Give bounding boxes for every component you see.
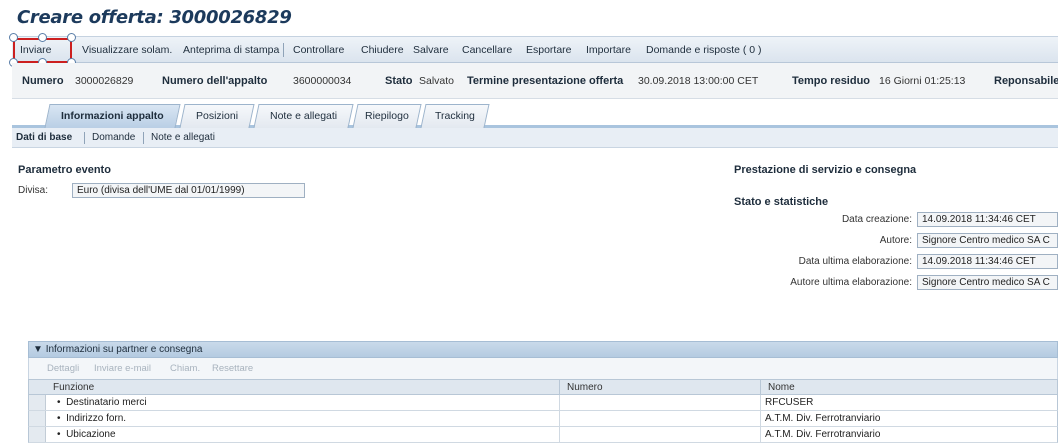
row-nome: A.T.M. Div. Ferrotranviario <box>765 429 881 440</box>
details-button[interactable]: Dettagli <box>47 363 79 374</box>
column-divider <box>559 380 560 395</box>
row-selector[interactable] <box>29 395 46 410</box>
row-funzione: • Ubicazione <box>57 429 116 440</box>
data-creazione-field[interactable]: 14.09.2018 11:34:46 CET <box>917 212 1058 227</box>
data-ultima-label: Data ultima elaborazione: <box>798 256 912 267</box>
table-row[interactable]: • Ubicazione A.T.M. Div. Ferrotranviario <box>28 427 1058 443</box>
tab-label: Note e allegati <box>269 110 338 122</box>
tabstrip: Informazioni appalto Posizioni Note e al… <box>12 99 1058 128</box>
column-divider <box>559 411 560 426</box>
tab-tracking[interactable]: Tracking <box>420 104 490 128</box>
close-button[interactable]: Chiudere <box>361 44 404 56</box>
display-only-button[interactable]: Visualizzare solam. <box>82 44 172 56</box>
tab-posizioni[interactable]: Posizioni <box>179 104 255 128</box>
prestazione-title: Prestazione di servizio e consegna <box>734 164 917 176</box>
partner-toolbar: Dettagli Inviare e-mail Chiam. Resettare <box>28 358 1058 379</box>
autore-ultima-field[interactable]: Signore Centro medico SA C <box>917 275 1058 290</box>
numero-label: Numero <box>22 75 64 87</box>
page-title: Creare offerta: 3000026829 <box>17 7 292 28</box>
divisa-field[interactable]: Euro (divisa dell'UME dal 01/01/1999) <box>72 183 305 198</box>
tab-informazioni-appalto[interactable]: Informazioni appalto <box>44 104 181 128</box>
main-content: Parametro evento Divisa: Euro (divisa de… <box>12 148 1058 443</box>
subtab-bar: Dati di base Domande Note e allegati <box>12 128 1058 148</box>
termine-value: 30.09.2018 13:00:00 CET <box>638 75 759 87</box>
subtab-separator <box>143 132 144 144</box>
tab-riepilogo[interactable]: Riepilogo <box>352 104 422 128</box>
check-button[interactable]: Controllare <box>293 44 344 56</box>
column-divider <box>559 427 560 442</box>
table-row[interactable]: • Indirizzo forn. A.T.M. Div. Ferrotranv… <box>28 411 1058 427</box>
resize-handle-icon[interactable] <box>9 33 18 42</box>
stato-value: Salvato <box>419 75 455 87</box>
data-ultima-field[interactable]: 14.09.2018 11:34:46 CET <box>917 254 1058 269</box>
print-preview-button[interactable]: Anteprima di stampa <box>183 44 279 56</box>
call-button[interactable]: Chiam. <box>170 363 200 374</box>
tab-label: Riepilogo <box>365 110 409 122</box>
responsabile-label: Reponsabile <box>994 75 1058 87</box>
reset-button[interactable]: Resettare <box>212 363 253 374</box>
data-creazione-label: Data creazione: <box>841 214 912 225</box>
numero-value: 3000026829 <box>75 75 134 87</box>
column-header-funzione[interactable]: Funzione <box>53 382 94 393</box>
export-button[interactable]: Esportare <box>526 44 572 56</box>
autore-ultima-label: Autore ultima elaborazione: <box>790 277 912 288</box>
divisa-label: Divisa: <box>18 185 49 196</box>
subtab-separator <box>84 132 85 144</box>
row-nome: A.T.M. Div. Ferrotranviario <box>765 413 881 424</box>
row-selector[interactable] <box>29 411 46 426</box>
partner-panel: ▼ Informazioni su partner e consegna Det… <box>28 341 1058 443</box>
delete-button[interactable]: Cancellare <box>462 44 512 56</box>
table-header: Funzione Numero Nome <box>28 379 1058 395</box>
column-divider <box>760 427 761 442</box>
row-funzione-text: Destinatario merci <box>66 397 147 408</box>
resize-handle-icon[interactable] <box>38 33 47 42</box>
save-button[interactable]: Salvare <box>413 44 449 56</box>
stato-statistiche-title: Stato e statistiche <box>734 196 829 208</box>
subtab-note-allegati[interactable]: Note e allegati <box>151 132 215 143</box>
tab-note-allegati[interactable]: Note e allegati <box>253 104 354 128</box>
row-selector[interactable] <box>29 427 46 442</box>
tempo-value: 16 Giorni 01:25:13 <box>879 75 966 87</box>
column-header-numero[interactable]: Numero <box>567 382 603 393</box>
document-header: Numero 3000026829 Numero dell'appalto 36… <box>12 63 1058 99</box>
appalto-label: Numero dell'appalto <box>162 75 268 87</box>
toolbar: Inviare Visualizzare solam. Anteprima di… <box>12 36 1058 63</box>
subtab-domande[interactable]: Domande <box>92 132 135 143</box>
subtab-dati-di-base[interactable]: Dati di base <box>16 132 72 143</box>
column-divider <box>559 395 560 410</box>
table-row[interactable]: • Destinatario merci RFCUSER <box>28 395 1058 411</box>
tab-label: Tracking <box>435 110 475 122</box>
termine-label: Termine presentazione offerta <box>467 75 624 87</box>
partner-panel-header[interactable]: ▼ Informazioni su partner e consegna <box>28 341 1058 358</box>
row-funzione: • Destinatario merci <box>57 397 147 408</box>
column-divider <box>760 395 761 410</box>
parametro-evento-title: Parametro evento <box>18 164 111 176</box>
partner-panel-title: ▼ Informazioni su partner e consegna <box>33 344 202 355</box>
column-divider <box>760 411 761 426</box>
appalto-value: 3600000034 <box>293 75 352 87</box>
tab-label: Posizioni <box>195 110 239 122</box>
row-funzione: • Indirizzo forn. <box>57 413 127 424</box>
row-nome: RFCUSER <box>765 397 814 408</box>
partner-panel-title-text: Informazioni su partner e consegna <box>45 344 203 355</box>
import-button[interactable]: Importare <box>586 44 631 56</box>
stato-label: Stato <box>385 75 413 87</box>
tempo-label: Tempo residuo <box>792 75 871 87</box>
column-divider <box>760 380 761 395</box>
autore-label: Autore: <box>879 235 912 246</box>
send-email-button[interactable]: Inviare e-mail <box>94 363 151 374</box>
resize-handle-icon[interactable] <box>67 33 76 42</box>
title-bar: Creare offerta: 3000026829 <box>0 0 1058 36</box>
triangle-down-icon: ▼ <box>33 344 46 355</box>
autore-field[interactable]: Signore Centro medico SA C <box>917 233 1058 248</box>
tab-label: Informazioni appalto <box>61 110 164 122</box>
row-funzione-text: Ubicazione <box>66 429 116 440</box>
column-header-nome[interactable]: Nome <box>768 382 795 393</box>
row-funzione-text: Indirizzo forn. <box>66 413 127 424</box>
questions-answers-button[interactable]: Domande e risposte ( 0 ) <box>646 44 762 56</box>
toolbar-separator <box>283 43 284 57</box>
